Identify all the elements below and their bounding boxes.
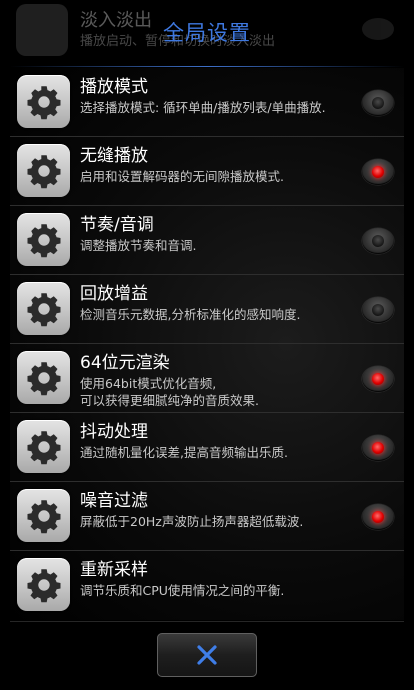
setting-description: 选择播放模式: 循环单曲/播放列表/单曲播放. (80, 100, 326, 115)
setting-toggle[interactable] (362, 504, 394, 530)
setting-toggle[interactable] (362, 159, 394, 185)
setting-row-resampling[interactable]: 重新采样 调节乐质和CPU使用情况之间的平衡. (10, 551, 404, 620)
setting-toggle[interactable] (362, 297, 394, 323)
gear-icon (17, 558, 70, 611)
setting-title: 抖动处理 (80, 422, 148, 442)
settings-list: 播放模式 选择播放模式: 循环单曲/播放列表/单曲播放. 无缝播放 启用和设置解… (10, 68, 404, 620)
setting-description: 调节乐质和CPU使用情况之间的平衡. (80, 583, 285, 598)
setting-row-64bit-rendering[interactable]: 64位元渲染 使用64bit模式优化音频, 可以获得更细腻纯净的音质效果. (10, 344, 404, 413)
toggle-indicator (372, 511, 384, 523)
toggle-indicator (372, 235, 384, 247)
setting-title: 节奏/音调 (80, 215, 154, 235)
setting-row-dithering[interactable]: 抖动处理 通过随机量化误差,提高音频输出乐质. (10, 413, 404, 482)
setting-toggle[interactable] (362, 228, 394, 254)
gear-icon (17, 282, 70, 335)
setting-row-playback-mode[interactable]: 播放模式 选择播放模式: 循环单曲/播放列表/单曲播放. (10, 68, 404, 137)
setting-title: 播放模式 (80, 77, 148, 97)
close-button[interactable] (157, 633, 257, 677)
setting-row-gapless-playback[interactable]: 无缝播放 启用和设置解码器的无间隙播放模式. (10, 137, 404, 206)
setting-row-tempo-pitch[interactable]: 节奏/音调 调整播放节奏和音调. (10, 206, 404, 275)
setting-title: 回放增益 (80, 284, 148, 304)
setting-title: 64位元渲染 (80, 353, 170, 373)
toggle-indicator (372, 166, 384, 178)
gear-icon (17, 420, 70, 473)
setting-description: 检测音乐元数据,分析标准化的感知响度. (80, 307, 301, 322)
dialog-title: 全局设置 (163, 21, 251, 45)
setting-toggle[interactable] (362, 435, 394, 461)
setting-title: 无缝播放 (80, 146, 148, 166)
toggle-indicator (372, 97, 384, 109)
setting-row-replay-gain[interactable]: 回放增益 检测音乐元数据,分析标准化的感知响度. (10, 275, 404, 344)
setting-description: 使用64bit模式优化音频, 可以获得更细腻纯净的音质效果. (80, 376, 259, 408)
setting-description: 通过随机量化误差,提高音频输出乐质. (80, 445, 288, 460)
footer-divider (10, 621, 404, 622)
setting-description: 启用和设置解码器的无间隙播放模式. (80, 169, 284, 184)
gear-icon (17, 75, 70, 128)
gear-icon (17, 213, 70, 266)
setting-toggle[interactable] (362, 366, 394, 392)
setting-title: 噪音过滤 (80, 491, 148, 511)
toggle-indicator (372, 442, 384, 454)
gear-icon (17, 144, 70, 197)
close-x-icon (197, 645, 217, 665)
title-divider (10, 66, 404, 67)
setting-title: 重新采样 (80, 560, 148, 580)
gear-icon (17, 489, 70, 542)
setting-description: 屏蔽低于20Hz声波防止扬声器超低载波. (80, 514, 304, 529)
toggle-indicator (372, 304, 384, 316)
setting-toggle[interactable] (362, 90, 394, 116)
setting-row-noise-filter[interactable]: 噪音过滤 屏蔽低于20Hz声波防止扬声器超低载波. (10, 482, 404, 551)
setting-description: 调整播放节奏和音调. (80, 238, 197, 253)
gear-icon (17, 351, 70, 404)
toggle-indicator (372, 373, 384, 385)
